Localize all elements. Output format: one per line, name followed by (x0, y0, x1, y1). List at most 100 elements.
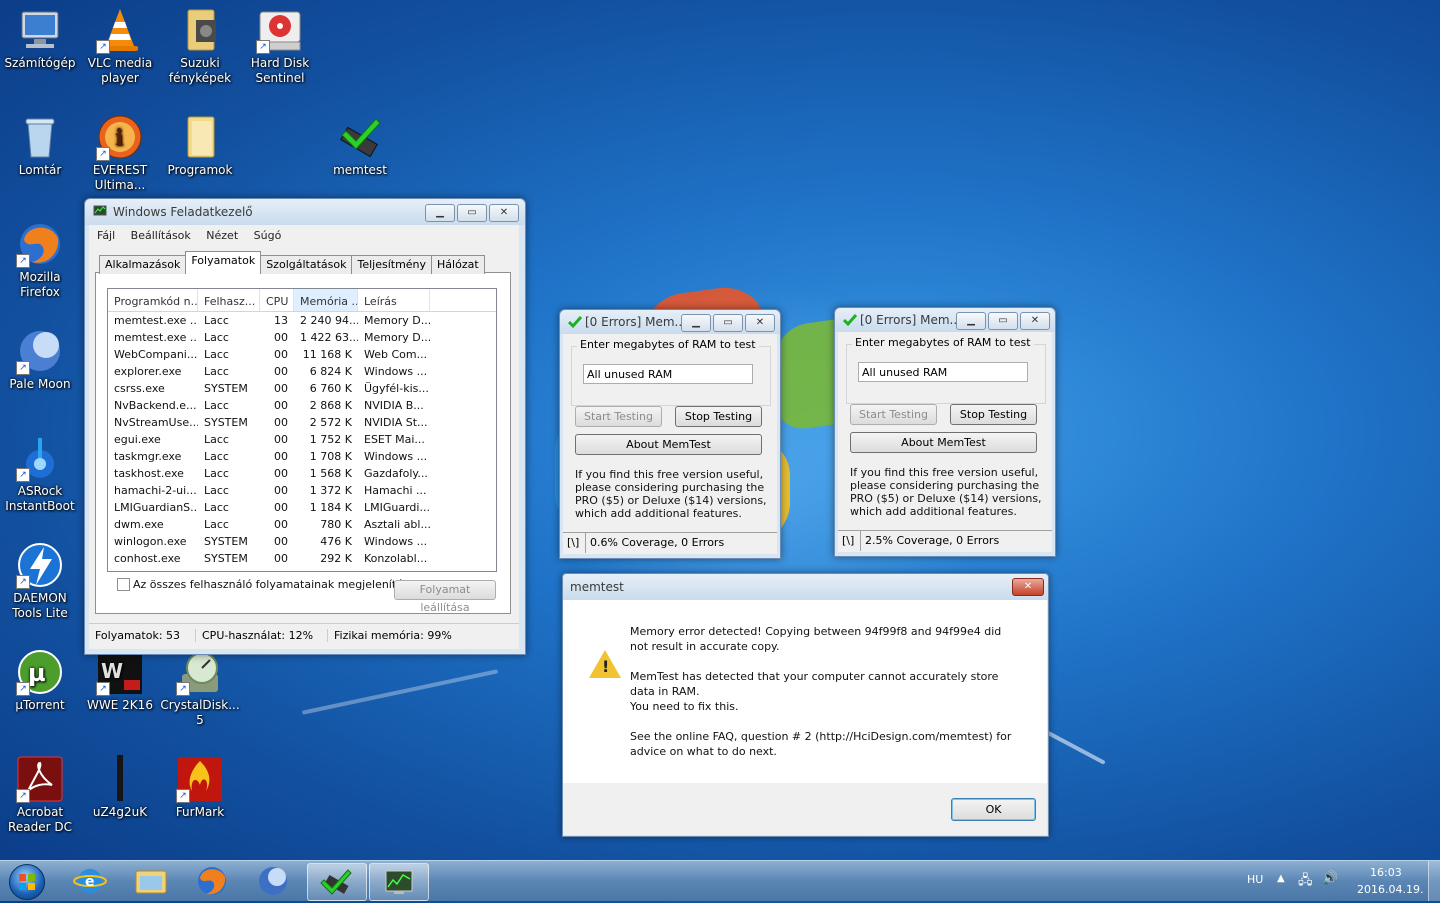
task-manager-window[interactable]: Windows Feladatkezelő ▁ ▭ ✕ Fájl Beállít… (84, 198, 526, 655)
desktop-icon-everest[interactable]: i ↗ EVEREST Ultima... (80, 113, 160, 193)
desktop-icon-palemoon[interactable]: ↗ Pale Moon (0, 327, 80, 392)
table-row[interactable]: csrss.exe SYSTEM 00 6 760 K Ügyfél-kis... (108, 380, 496, 397)
start-button[interactable] (9, 864, 45, 900)
taskbar-memtest[interactable] (307, 863, 367, 901)
menu-view[interactable]: Nézet (206, 229, 238, 242)
table-row[interactable]: winlogon.exe SYSTEM 00 476 K Windows ... (108, 533, 496, 550)
memtest-window-1[interactable]: [0 Errors] Mem... ▁ ▭ ✕ Enter megabytes … (559, 309, 781, 559)
close-button[interactable]: ✕ (489, 204, 519, 222)
desktop-icon-asrock[interactable]: ↗ ASRock InstantBoot (0, 434, 80, 514)
start-testing-button[interactable]: Start Testing (575, 406, 662, 427)
shortcut-arrow-icon: ↗ (16, 361, 30, 375)
desktop-icon-firefox[interactable]: ↗ Mozilla Firefox (0, 220, 80, 300)
taskbar-explorer[interactable] (122, 863, 180, 899)
table-row[interactable]: dwm.exe Lacc 00 780 K Asztali abl... (108, 516, 496, 533)
desktop-icon-hds[interactable]: ↗ Hard Disk Sentinel (240, 6, 320, 86)
desktop-icon-memtest[interactable]: memtest (320, 113, 400, 178)
desktop-icon-suzuki[interactable]: Suzuki fényképek (160, 6, 240, 86)
taskbar: e HU ▲ 🖧 🔊 16:03 2016.04.19. (0, 860, 1440, 901)
table-row[interactable]: NvStreamUse... SYSTEM 00 2 572 K NVIDIA St..… (108, 414, 496, 431)
minimize-button[interactable]: ▁ (425, 204, 455, 222)
column-description[interactable]: Leírás (358, 289, 430, 311)
minimize-button[interactable]: ▁ (681, 314, 711, 332)
table-row[interactable]: hamachi-2-ui.... Lacc 00 1 372 K Hamachi ... (108, 482, 496, 499)
desktop-icon-computer[interactable]: Számítógép (0, 6, 80, 71)
table-row[interactable]: WebCompani... Lacc 00 11 168 K Web Com... (108, 346, 496, 363)
desktop-icon-programok[interactable]: Programok (160, 113, 240, 178)
maximize-button[interactable]: ▭ (988, 312, 1018, 330)
memtest-error-dialog[interactable]: memtest ✕ ! Memory error detected! Copyi… (562, 573, 1049, 837)
cell-description: LMIGuardi... (364, 501, 430, 514)
tab-services[interactable]: Szolgáltatások (260, 255, 353, 274)
desktop-icon-acrobat[interactable]: ↗ Acrobat Reader DC (0, 755, 80, 835)
column-cpu[interactable]: CPU (260, 289, 294, 311)
task-manager-titlebar[interactable]: Windows Feladatkezelő ▁ ▭ ✕ (85, 199, 525, 225)
column-memory[interactable]: Memória ... (294, 289, 358, 311)
menu-help[interactable]: Súgó (254, 229, 282, 242)
table-row[interactable]: NvBackend.e... Lacc 00 2 868 K NVIDIA B... (108, 397, 496, 414)
menu-file[interactable]: Fájl (97, 229, 115, 242)
memtest-window-2[interactable]: [0 Errors] Mem... ▁ ▭ ✕ Enter megabytes … (834, 307, 1056, 557)
end-process-button[interactable]: Folyamat leállítása (394, 580, 496, 614)
maximize-button[interactable]: ▭ (713, 314, 743, 332)
table-row[interactable]: memtest.exe ... Lacc 13 2 240 94... Memory D… (108, 312, 496, 329)
tab-applications[interactable]: Alkalmazások (99, 255, 187, 274)
dialog-titlebar[interactable]: memtest ✕ (563, 574, 1048, 600)
desktop-icon-daemon[interactable]: ↗ DAEMON Tools Lite (0, 541, 80, 621)
close-button[interactable]: ✕ (1012, 578, 1044, 596)
table-row[interactable]: taskhost.exe Lacc 00 1 568 K Gazdafoly... (108, 465, 496, 482)
desktop-icon-crystaldisk[interactable]: ↗ CrystalDisk... 5 (160, 648, 240, 728)
folder-icon (176, 6, 224, 54)
stop-testing-button[interactable]: Stop Testing (950, 404, 1037, 425)
table-row[interactable]: conhost.exe SYSTEM 00 292 K Konzolabl... (108, 550, 496, 567)
show-desktop-button[interactable] (1428, 861, 1440, 901)
show-hidden-icons-icon[interactable]: ▲ (1277, 873, 1285, 884)
memtest-titlebar[interactable]: [0 Errors] Mem... ▁ ▭ ✕ (560, 310, 780, 334)
about-memtest-button[interactable]: About MemTest (575, 434, 762, 455)
desktop-icon-recycle-bin[interactable]: Lomtár (0, 113, 80, 178)
tab-networking[interactable]: Hálózat (431, 255, 485, 274)
minimize-button[interactable]: ▁ (956, 312, 986, 330)
column-image-name[interactable]: Programkód n... (108, 289, 198, 311)
taskbar-firefox[interactable] (183, 863, 241, 899)
memtest-titlebar[interactable]: [0 Errors] Mem... ▁ ▭ ✕ (835, 308, 1055, 332)
table-row[interactable]: taskmgr.exe Lacc 00 1 708 K Windows ... (108, 448, 496, 465)
ram-amount-input[interactable]: All unused RAM (583, 364, 753, 384)
status-processes: Folyamatok: 53 (95, 629, 181, 642)
about-memtest-button[interactable]: About MemTest (850, 432, 1037, 453)
taskbar-task-manager[interactable] (369, 863, 429, 901)
volume-icon[interactable]: 🔊 (1322, 871, 1338, 886)
close-button[interactable]: ✕ (1020, 312, 1050, 330)
cell-memory: 1 372 K (309, 484, 352, 497)
desktop-icon-uz4g2uk[interactable]: uZ4g2uK (80, 755, 160, 820)
start-testing-button[interactable]: Start Testing (850, 404, 937, 425)
desktop-icon-utorrent[interactable]: µ ↗ µTorrent (0, 648, 80, 713)
clock-date[interactable]: 2016.04.19. (1357, 883, 1423, 896)
desktop-icon-vlc[interactable]: ↗ VLC media player (80, 6, 160, 86)
table-row[interactable]: egui.exe Lacc 00 1 752 K ESET Mai... (108, 431, 496, 448)
desktop-icon-wwe[interactable]: W ↗ WWE 2K16 (80, 648, 160, 713)
language-indicator[interactable]: HU (1247, 873, 1263, 886)
desktop-icon-furmark[interactable]: ↗ FurMark (160, 755, 240, 820)
close-button[interactable]: ✕ (745, 314, 775, 332)
taskbar-internet-explorer[interactable]: e (61, 863, 119, 899)
tab-processes[interactable]: Folyamatok (185, 251, 262, 274)
maximize-button[interactable]: ▭ (457, 204, 487, 222)
stop-testing-button[interactable]: Stop Testing (675, 406, 762, 427)
clock-time[interactable]: 16:03 (1370, 866, 1402, 879)
taskbar-pale-moon[interactable] (244, 863, 302, 899)
show-all-checkbox[interactable] (117, 578, 130, 591)
process-table[interactable]: Programkód n... Felhasz... CPU Memória .… (107, 288, 497, 572)
cell-image-name: hamachi-2-ui.... (114, 484, 198, 497)
menu-options[interactable]: Beállítások (131, 229, 191, 242)
desktop-icon-label: Hard Disk Sentinel (250, 56, 310, 85)
ok-button[interactable]: OK (951, 798, 1036, 821)
table-row[interactable]: memtest.exe ... Lacc 00 1 422 63... Memory D… (108, 329, 496, 346)
column-user[interactable]: Felhasz... (198, 289, 260, 311)
table-row[interactable]: explorer.exe Lacc 00 6 824 K Windows ... (108, 363, 496, 380)
network-icon[interactable]: 🖧 (1298, 871, 1313, 893)
table-row[interactable]: LMIGuardianS... Lacc 00 1 184 K LMIGuardi... (108, 499, 496, 516)
cell-user: Lacc (204, 467, 229, 480)
ram-amount-input[interactable]: All unused RAM (858, 362, 1028, 382)
tab-performance[interactable]: Teljesítmény (351, 255, 433, 274)
